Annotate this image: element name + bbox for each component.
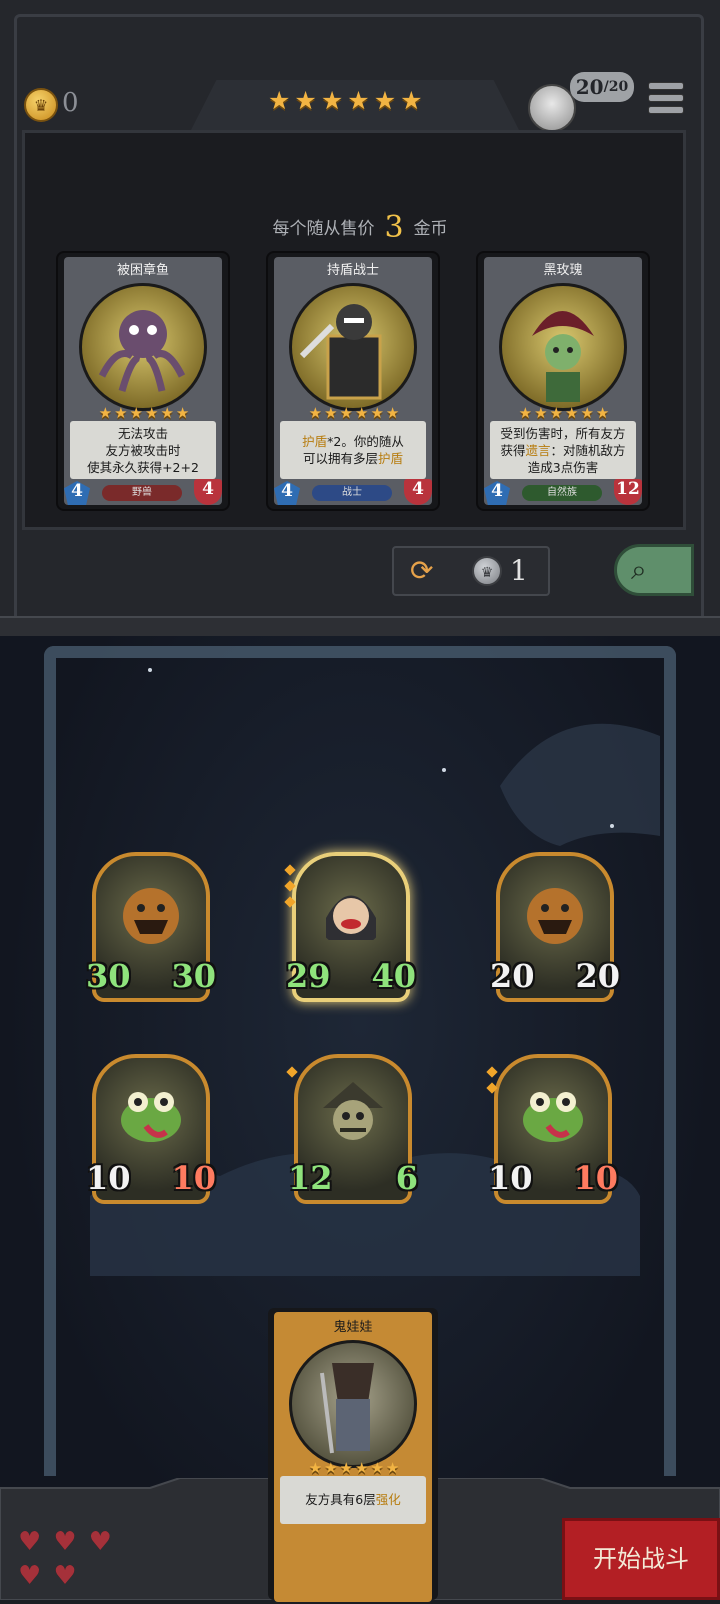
keyword-shield: 护盾	[378, 451, 404, 466]
minion-attack: 29	[286, 957, 331, 995]
hand-card[interactable]: 鬼娃娃 ★ ★ ★ ★ ★ ★ 友方具有6层强化	[268, 1308, 438, 1602]
keyword-deathrattle: 遗言	[525, 442, 551, 458]
silver-coin-icon: ♛	[472, 556, 502, 586]
hero-avatar[interactable]	[528, 84, 576, 132]
minion-attack: 20	[490, 957, 535, 995]
keyword-buff: 强化	[375, 1492, 401, 1507]
tavern-stars: ★ ★ ★ ★ ★ ★	[268, 86, 423, 116]
sell-price-text: 每个随从售价 3 金币	[0, 210, 720, 245]
goblin-witch-art	[323, 1082, 383, 1140]
desc-text: *2。你的随从	[327, 434, 404, 449]
card-stars: ★ ★ ★ ★ ★ ★	[308, 404, 400, 422]
search-button[interactable]: ⌕	[614, 544, 694, 596]
heart-icon: ♥	[53, 1527, 77, 1557]
card-name: 黑玫瑰	[543, 263, 583, 278]
ghost-doll-portrait	[289, 1340, 417, 1468]
desc-text: 受到伤害时，所有友方	[500, 425, 626, 441]
price-prefix: 每个随从售价	[272, 219, 375, 239]
minion-attack: 10	[86, 1159, 131, 1197]
gold-count: 0	[62, 88, 79, 118]
desc-text: 友方具有6层	[305, 1492, 376, 1507]
board-minion-pumpkin[interactable]: 30 30	[86, 852, 216, 1012]
card-stars: ★ ★ ★ ★ ★ ★	[308, 1459, 400, 1477]
level-value: 20	[575, 75, 604, 99]
desc-line: 无法攻击	[117, 425, 168, 441]
refresh-button[interactable]: ⟳ ♛ 1	[392, 546, 550, 596]
start-battle-button[interactable]: 开始战斗	[562, 1518, 720, 1600]
menu-icon	[648, 82, 684, 90]
star-icon: ★	[320, 86, 344, 115]
minion-health: 20	[575, 957, 620, 995]
minion-health: 40	[371, 957, 416, 995]
star-icon: ★	[347, 86, 370, 115]
board-minion-witch[interactable]: 29 40	[284, 852, 416, 1012]
octopus-portrait	[79, 283, 207, 411]
keyword-shield: 护盾	[302, 434, 328, 449]
minion-attack: 10	[488, 1159, 533, 1197]
shield-warrior-portrait	[289, 283, 417, 411]
star-icon: ★	[373, 86, 397, 115]
card-stars: ★ ★ ★ ★ ★ ★	[518, 404, 610, 422]
card-description: 无法攻击 友方被攻击时 使其永久获得+2+2	[70, 421, 216, 479]
card-stars: ★ ★ ★ ★ ★ ★	[98, 404, 190, 422]
gold-coin-icon: ♛	[24, 88, 58, 122]
price-suffix: 金币	[413, 219, 448, 239]
black-rose-portrait	[499, 283, 627, 411]
card-name: 被困章鱼	[116, 263, 169, 278]
star-icon: ★	[268, 86, 291, 115]
minion-health: 30	[171, 957, 216, 995]
top-bar: ♛ 0 ★ ★ ★ ★ ★ ★ 20/20	[0, 0, 720, 132]
level-bubble: 20/20	[570, 72, 634, 102]
card-description: 友方具有6层强化	[280, 1476, 426, 1524]
pumpkin-monster-art	[527, 888, 583, 944]
menu-button[interactable]	[648, 82, 684, 114]
desc-line: 使其永久获得+2+2	[87, 459, 199, 475]
shop-card[interactable]: 被困章鱼 ★ ★ ★ ★ ★ ★ 无法攻击 友方被攻击时 使其永久获得+2+2 4 野兽 …	[58, 253, 228, 509]
refresh-icon: ⟳	[410, 554, 434, 587]
minion-health: 6	[395, 1159, 418, 1197]
level-max: /20	[603, 79, 629, 95]
shop-card[interactable]: 持盾战士 ★ ★ ★ ★ ★ ★ 护盾*2。你的随从 可以拥有多层护盾 4 战士 4	[268, 253, 438, 509]
refresh-cost: 1	[510, 554, 528, 587]
minion-health: 10	[573, 1159, 618, 1197]
card-name: 持盾战士	[326, 263, 379, 278]
minion-attack: 30	[86, 957, 131, 995]
board-minion-pumpkin[interactable]: 20 20	[490, 852, 620, 1012]
price-value: 3	[384, 210, 404, 245]
card-description: 护盾*2。你的随从 可以拥有多层护盾	[280, 421, 426, 479]
pumpkin-monster-art	[123, 888, 179, 944]
heart-icon: ♥	[53, 1561, 77, 1591]
heart-icon: ♥	[18, 1561, 42, 1591]
shop-card[interactable]: 黑玫瑰 ★ ★ ★ ★ ★ ★ 受到伤害时，所有友方 获得遗言：对随机敌方 造成3点伤害 …	[478, 253, 648, 509]
desc-line: 友方被攻击时	[105, 442, 181, 458]
search-icon: ⌕	[631, 553, 647, 586]
card-name: 鬼娃娃	[333, 1320, 373, 1335]
tribe-badge: 野兽	[102, 485, 182, 501]
board-minion-frog[interactable]: 10 10	[486, 1054, 618, 1214]
minion-attack: 12	[288, 1159, 333, 1197]
star-icon: ★	[400, 86, 423, 115]
frog-art	[523, 1092, 583, 1142]
lives: ♥ ♥ ♥ ♥ ♥	[18, 1528, 138, 1590]
board-minion-goblin[interactable]: 12 6	[286, 1054, 418, 1214]
minion-health: 10	[171, 1159, 216, 1197]
star-icon: ★	[294, 86, 317, 115]
tribe-badge: 战士	[312, 485, 392, 501]
heart-icon: ♥	[18, 1527, 42, 1557]
desc-text: 获得	[500, 442, 526, 458]
frog-art	[121, 1092, 181, 1142]
card-description: 受到伤害时，所有友方 获得遗言：对随机敌方 造成3点伤害	[490, 421, 636, 479]
tribe-badge: 自然族	[522, 485, 602, 501]
board-minion-frog[interactable]: 10 10	[86, 1054, 216, 1214]
heart-icon: ♥	[88, 1527, 112, 1557]
desc-text: ：对随机敌方	[550, 442, 626, 458]
witch-art	[326, 895, 376, 940]
desc-text: 可以拥有多层	[302, 451, 378, 466]
desc-text: 造成3点伤害	[527, 459, 599, 475]
